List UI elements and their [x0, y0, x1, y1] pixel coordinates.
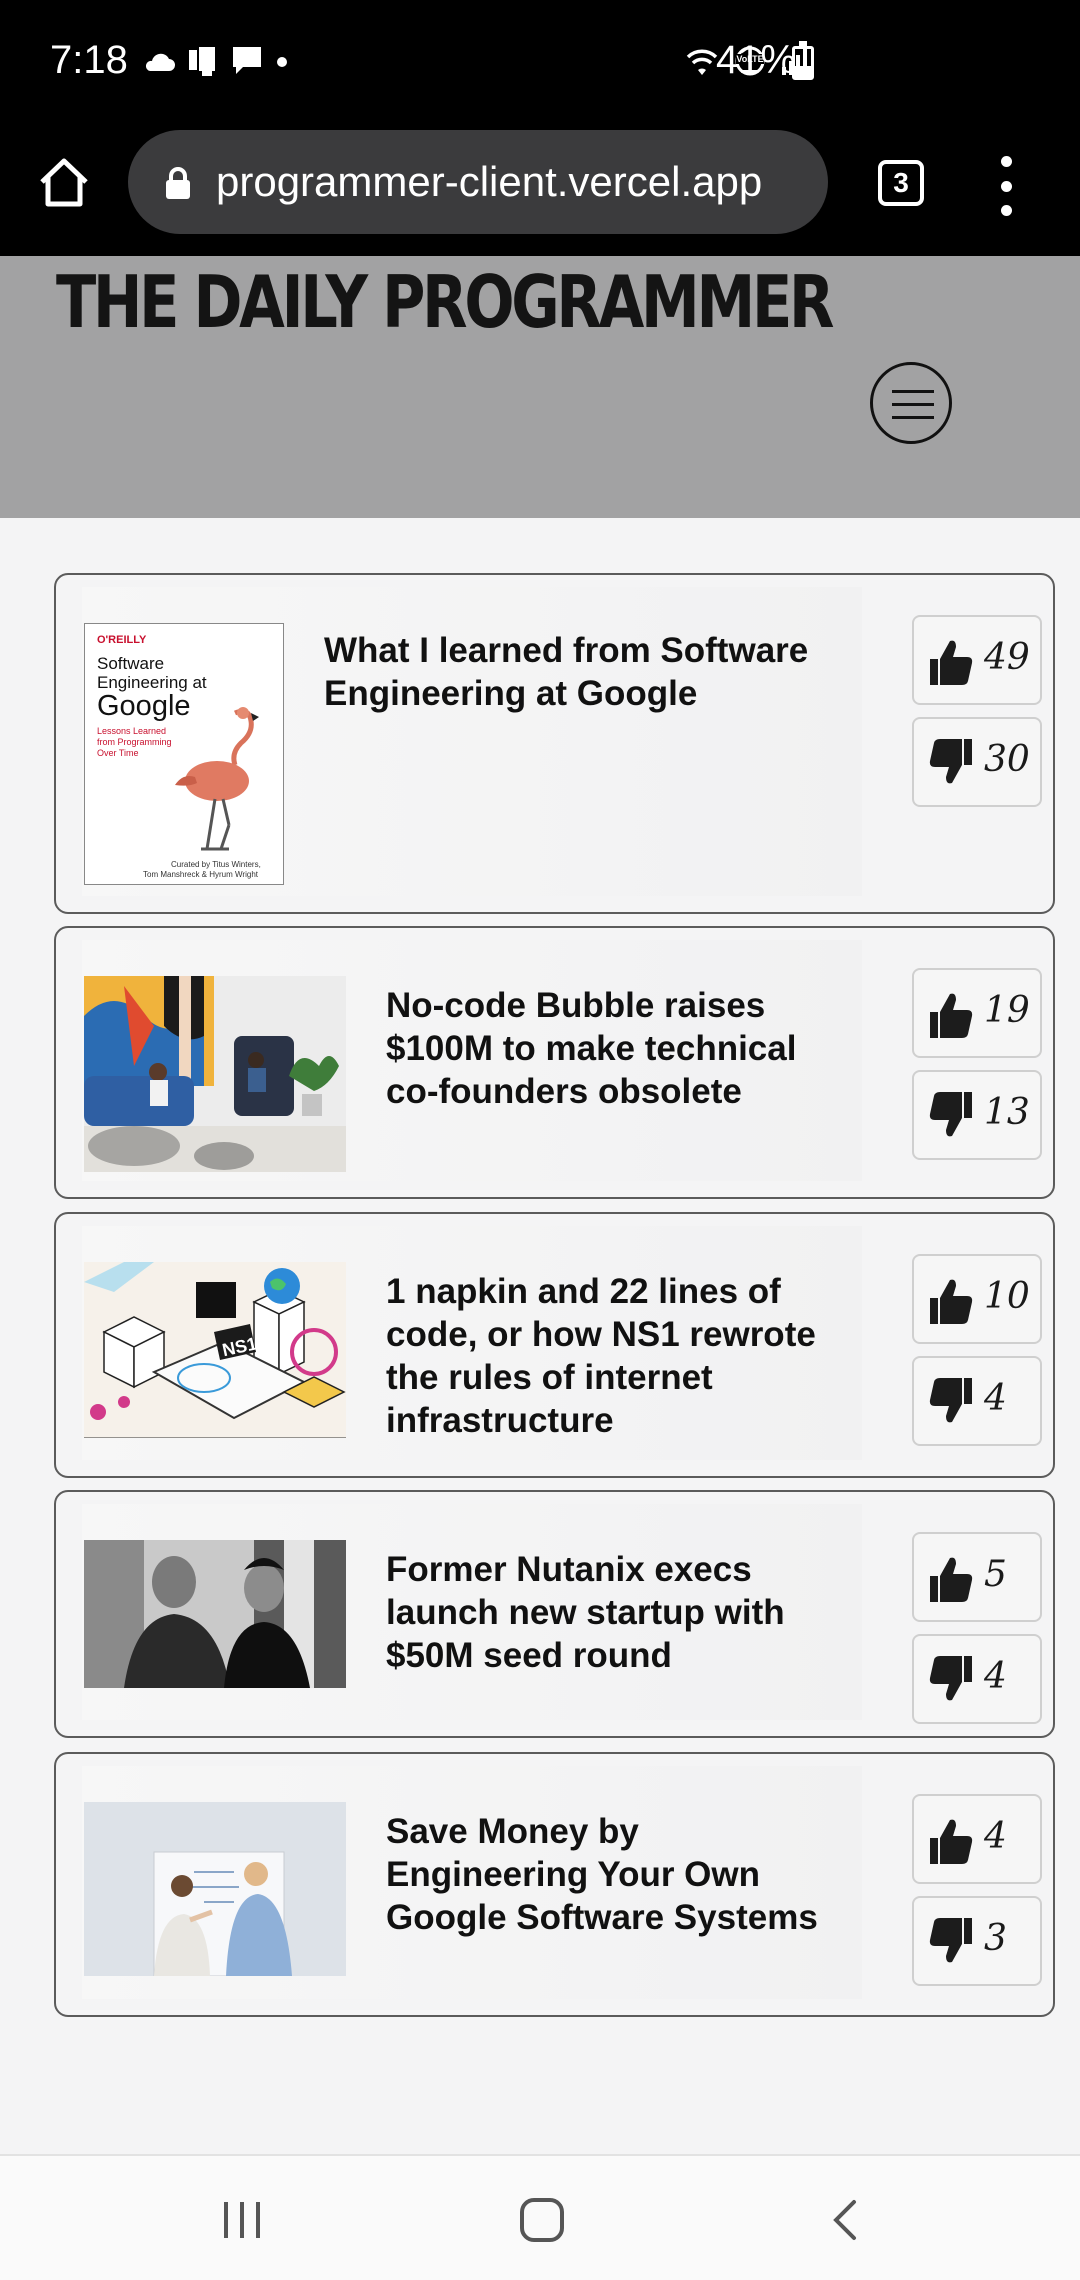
book-credit-line: Tom Manshreck & Hyrum Wright: [143, 870, 258, 879]
thumbs-up-icon: [930, 640, 973, 685]
article-title[interactable]: Former Nutanix execs launch new startup …: [386, 1548, 836, 1677]
article-thumbnail[interactable]: [84, 1540, 346, 1688]
book-title-line: Software: [97, 654, 165, 673]
like-button[interactable]: 4: [912, 1794, 1042, 1884]
browser-toolbar: programmer-client.vercel.app 3: [0, 128, 1080, 256]
article-title[interactable]: Save Money by Engineering Your Own Googl…: [386, 1810, 836, 1939]
site-header: THE DAILY PROGRAMMER: [0, 256, 1080, 518]
recent-apps-icon[interactable]: [220, 2198, 264, 2242]
system-navigation-bar: [0, 2154, 1080, 2280]
article-card[interactable]: No-code Bubble raises $100M to make tech…: [54, 926, 1055, 1199]
status-bar: 7:18 VoLTE 41%: [0, 0, 1080, 128]
like-count: 4: [984, 1816, 1007, 1857]
dislike-count: 4: [984, 1656, 1007, 1697]
dislike-button[interactable]: 4: [912, 1634, 1042, 1724]
like-count: 49: [984, 637, 1030, 678]
like-button[interactable]: 5: [912, 1532, 1042, 1622]
article-thumbnail[interactable]: [84, 976, 346, 1172]
browser-menu-button[interactable]: [994, 156, 1018, 216]
book-subtitle-line: from Programming: [97, 737, 172, 747]
thumbs-up-icon: [930, 1279, 973, 1324]
back-icon[interactable]: [826, 2198, 866, 2242]
article-card[interactable]: Save Money by Engineering Your Own Googl…: [54, 1752, 1055, 2017]
book-subtitle-line: Lessons Learned: [97, 726, 167, 736]
thumbs-up-icon: [930, 1819, 973, 1864]
like-count: 5: [984, 1554, 1007, 1595]
article-card[interactable]: O'REILLY Software Engineering at Google …: [54, 573, 1055, 914]
hamburger-menu-button[interactable]: [870, 362, 952, 444]
battery-icon: [792, 41, 814, 80]
dislike-count: 4: [984, 1378, 1007, 1419]
dislike-count: 3: [984, 1918, 1007, 1959]
wifi-icon: [686, 49, 718, 75]
article-thumbnail[interactable]: O'REILLY Software Engineering at Google …: [84, 623, 284, 885]
home-icon[interactable]: [34, 152, 94, 212]
status-time: 7:18: [50, 38, 128, 82]
status-notification-icons: [142, 44, 290, 78]
dislike-count: 30: [984, 739, 1030, 780]
site-title[interactable]: THE DAILY PROGRAMMER: [56, 260, 834, 344]
article-title[interactable]: What I learned from Software Engineering…: [324, 629, 844, 715]
whiteboard-photo: [84, 1802, 346, 1976]
thumbs-down-icon: [929, 1656, 972, 1701]
thumbs-down-icon: [929, 739, 972, 784]
like-button[interactable]: 19: [912, 968, 1042, 1058]
battery-percent: 41%: [716, 38, 797, 82]
portrait-photo-bw: [84, 1540, 346, 1688]
book-credit-line: Curated by Titus Winters,: [171, 860, 261, 869]
book-subtitle-line: Over Time: [97, 748, 139, 758]
office-lounge-photo: [84, 976, 346, 1172]
article-thumbnail[interactable]: NS1: [84, 1262, 346, 1438]
article-card[interactable]: NS1 1 napkin and 22 lines of code, or ho…: [54, 1212, 1055, 1478]
article-title[interactable]: 1 napkin and 22 lines of code, or how NS…: [386, 1270, 836, 1442]
dislike-button[interactable]: 3: [912, 1896, 1042, 1986]
thumbs-up-icon: [930, 1557, 973, 1602]
article-title[interactable]: No-code Bubble raises $100M to make tech…: [386, 984, 836, 1113]
like-button[interactable]: 49: [912, 615, 1042, 705]
dislike-count: 13: [984, 1092, 1030, 1133]
like-count: 19: [984, 990, 1030, 1031]
cloud-icon: [145, 53, 175, 71]
dislike-button[interactable]: 13: [912, 1070, 1042, 1160]
lock-icon: [166, 167, 190, 199]
dislike-button[interactable]: 4: [912, 1356, 1042, 1446]
like-button[interactable]: 10: [912, 1254, 1042, 1344]
home-nav-icon[interactable]: [518, 2196, 566, 2244]
thumbs-down-icon: [929, 1378, 972, 1423]
notification-icon: [189, 45, 217, 76]
book-publisher: O'REILLY: [97, 634, 147, 646]
flamingo-illustration: [175, 707, 259, 851]
isometric-illustration: NS1: [84, 1262, 346, 1438]
tab-switcher-button[interactable]: 3: [878, 160, 924, 206]
message-icon: [233, 47, 261, 74]
url-text[interactable]: programmer-client.vercel.app: [216, 158, 806, 206]
like-count: 10: [984, 1276, 1030, 1317]
dislike-button[interactable]: 30: [912, 717, 1042, 807]
address-bar[interactable]: programmer-client.vercel.app: [128, 130, 828, 234]
thumbs-down-icon: [929, 1918, 972, 1963]
battery-level: [795, 65, 811, 77]
thumbs-down-icon: [929, 1092, 972, 1137]
article-thumbnail[interactable]: [84, 1802, 346, 1976]
thumbs-up-icon: [930, 993, 973, 1038]
dot-icon: [277, 57, 287, 67]
article-card[interactable]: Former Nutanix execs launch new startup …: [54, 1490, 1055, 1738]
